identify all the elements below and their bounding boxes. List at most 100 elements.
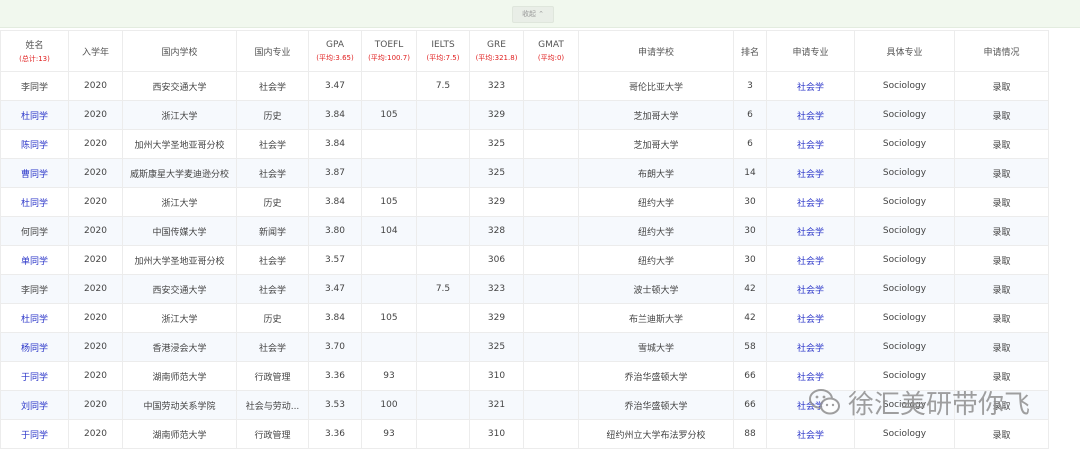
column-header[interactable]: 国内学校 <box>122 30 237 72</box>
column-header[interactable]: TOEFL (平均:100.7) <box>361 30 417 72</box>
specific-major-cell: Sociology <box>854 245 955 275</box>
gmat-cell <box>523 216 579 246</box>
table-row[interactable]: 杨同学 2020 香港浸会大学 社会学 3.70 325 雪城大学 58 社会学 Sociolog… <box>0 332 1049 362</box>
apply-major-cell[interactable]: 社会学 <box>766 158 855 188</box>
name-cell[interactable]: 陈同学 <box>0 129 69 159</box>
column-header[interactable]: 国内专业 <box>236 30 309 72</box>
table-row[interactable]: 李同学 2020 西安交通大学 社会学 3.47 7.5 323 波士顿大学 42 社会学 Soci… <box>0 274 1049 304</box>
column-header[interactable]: GMAT (平均:0) <box>523 30 579 72</box>
column-header[interactable]: 姓名 (总计:13) <box>0 30 69 72</box>
name-cell[interactable]: 单同学 <box>0 245 69 275</box>
rank-cell: 58 <box>733 332 767 362</box>
specific-major-cell: Sociology <box>854 361 955 391</box>
column-header[interactable]: IELTS (平均:7.5) <box>416 30 470 72</box>
name-cell[interactable]: 于同学 <box>0 419 69 449</box>
apply-major-cell[interactable]: 社会学 <box>766 129 855 159</box>
year-cell: 2020 <box>68 303 123 333</box>
ielts-cell <box>416 303 470 333</box>
toefl-cell: 100 <box>361 390 417 420</box>
collapse-button[interactable]: 收起 ⌃ <box>512 6 554 23</box>
school-cell: 浙江大学 <box>122 187 237 217</box>
apply-major-cell[interactable]: 社会学 <box>766 419 855 449</box>
ielts-cell <box>416 361 470 391</box>
toolbar: 收起 ⌃ <box>0 0 1080 28</box>
table-row[interactable]: 单同学 2020 加州大学圣地亚哥分校 社会学 3.57 306 纽约大学 30 社会学 Soci… <box>0 245 1049 275</box>
ielts-cell <box>416 419 470 449</box>
major-cell: 社会学 <box>236 274 309 304</box>
apply-major-cell[interactable]: 社会学 <box>766 245 855 275</box>
year-cell: 2020 <box>68 332 123 362</box>
specific-major-cell: Sociology <box>854 332 955 362</box>
column-stat: (平均:0) <box>537 53 565 62</box>
school-cell: 西安交通大学 <box>122 71 237 101</box>
name-cell[interactable]: 杜同学 <box>0 187 69 217</box>
name-cell: 李同学 <box>0 71 69 101</box>
school-cell: 加州大学圣地亚哥分校 <box>122 129 237 159</box>
name-cell[interactable]: 杨同学 <box>0 332 69 362</box>
gmat-cell <box>523 245 579 275</box>
apply-major-cell[interactable]: 社会学 <box>766 274 855 304</box>
apply-major-cell[interactable]: 社会学 <box>766 361 855 391</box>
table-row[interactable]: 刘同学 2020 中国劳动关系学院 社会与劳动... 3.53 100 321 乔治华盛顿大学… <box>0 390 1049 420</box>
table-row[interactable]: 杜同学 2020 浙江大学 历史 3.84 105 329 芝加哥大学 6 社会学 Sociolog… <box>0 100 1049 130</box>
column-header[interactable]: 申请学校 <box>578 30 734 72</box>
ielts-cell <box>416 332 470 362</box>
apply-major-cell[interactable]: 社会学 <box>766 303 855 333</box>
column-header-label: 申请情况 <box>983 47 1020 58</box>
gpa-cell: 3.80 <box>308 216 362 246</box>
gpa-cell: 3.84 <box>308 303 362 333</box>
table-row[interactable]: 杜同学 2020 浙江大学 历史 3.84 105 329 纽约大学 30 社会学 Sociolog… <box>0 187 1049 217</box>
table-row[interactable]: 杜同学 2020 浙江大学 历史 3.84 105 329 布兰迪斯大学 42 社会学 Sociol… <box>0 303 1049 333</box>
major-cell: 社会学 <box>236 158 309 188</box>
gpa-cell: 3.87 <box>308 158 362 188</box>
apply-major-cell[interactable]: 社会学 <box>766 216 855 246</box>
gpa-cell: 3.47 <box>308 71 362 101</box>
result-cell: 录取 <box>954 390 1049 420</box>
gre-cell: 323 <box>469 274 524 304</box>
column-header[interactable]: 申请专业 <box>766 30 855 72</box>
target-school-cell: 芝加哥大学 <box>578 129 734 159</box>
name-cell[interactable]: 曹同学 <box>0 158 69 188</box>
target-school-cell: 纽约州立大学布法罗分校 <box>578 419 734 449</box>
result-cell: 录取 <box>954 303 1049 333</box>
gpa-cell: 3.57 <box>308 245 362 275</box>
gmat-cell <box>523 419 579 449</box>
specific-major-cell: Sociology <box>854 274 955 304</box>
name-cell[interactable]: 杜同学 <box>0 100 69 130</box>
table-row[interactable]: 陈同学 2020 加州大学圣地亚哥分校 社会学 3.84 325 芝加哥大学 6 社会学 Soci… <box>0 129 1049 159</box>
apply-major-cell[interactable]: 社会学 <box>766 332 855 362</box>
table-row[interactable]: 曹同学 2020 威斯康星大学麦迪逊分校 社会学 3.87 325 布朗大学 14 社会学 Soc… <box>0 158 1049 188</box>
column-header[interactable]: 排名 <box>733 30 767 72</box>
name-cell[interactable]: 杜同学 <box>0 303 69 333</box>
apply-major-cell[interactable]: 社会学 <box>766 187 855 217</box>
column-header-label: 入学年 <box>81 47 109 58</box>
table-header-row: 姓名 (总计:13) 入学年 国内学校 国内专业 GPA (平均:3.65) TOEFL (平均… <box>0 30 1049 72</box>
table-row[interactable]: 于同学 2020 湖南师范大学 行政管理 3.36 93 310 纽约州立大学布法罗分校 88 社… <box>0 419 1049 449</box>
rank-cell: 6 <box>733 129 767 159</box>
school-cell: 中国传媒大学 <box>122 216 237 246</box>
toefl-cell: 105 <box>361 187 417 217</box>
apply-major-cell[interactable]: 社会学 <box>766 100 855 130</box>
name-cell: 何同学 <box>0 216 69 246</box>
column-header-label: 排名 <box>740 47 759 58</box>
major-cell: 历史 <box>236 187 309 217</box>
table-row[interactable]: 何同学 2020 中国传媒大学 新闻学 3.80 104 328 纽约大学 30 社会学 Socio… <box>0 216 1049 246</box>
name-cell[interactable]: 于同学 <box>0 361 69 391</box>
column-header[interactable]: GPA (平均:3.65) <box>308 30 362 72</box>
major-cell: 社会学 <box>236 332 309 362</box>
major-cell: 新闻学 <box>236 216 309 246</box>
collapse-label: 收起 <box>522 10 537 18</box>
gmat-cell <box>523 129 579 159</box>
apply-major-cell[interactable]: 社会学 <box>766 71 855 101</box>
name-cell[interactable]: 刘同学 <box>0 390 69 420</box>
result-cell: 录取 <box>954 187 1049 217</box>
apply-major-cell[interactable]: 社会学 <box>766 390 855 420</box>
table-row[interactable]: 李同学 2020 西安交通大学 社会学 3.47 7.5 323 哥伦比亚大学 3 社会学 Soci… <box>0 71 1049 101</box>
column-header[interactable]: 入学年 <box>68 30 123 72</box>
column-header[interactable]: 具体专业 <box>854 30 955 72</box>
table-row[interactable]: 于同学 2020 湖南师范大学 行政管理 3.36 93 310 乔治华盛顿大学 66 社会学 So… <box>0 361 1049 391</box>
column-header[interactable]: 申请情况 <box>954 30 1049 72</box>
year-cell: 2020 <box>68 187 123 217</box>
column-stat: (平均:321.8) <box>475 53 518 62</box>
column-header[interactable]: GRE (平均:321.8) <box>469 30 524 72</box>
